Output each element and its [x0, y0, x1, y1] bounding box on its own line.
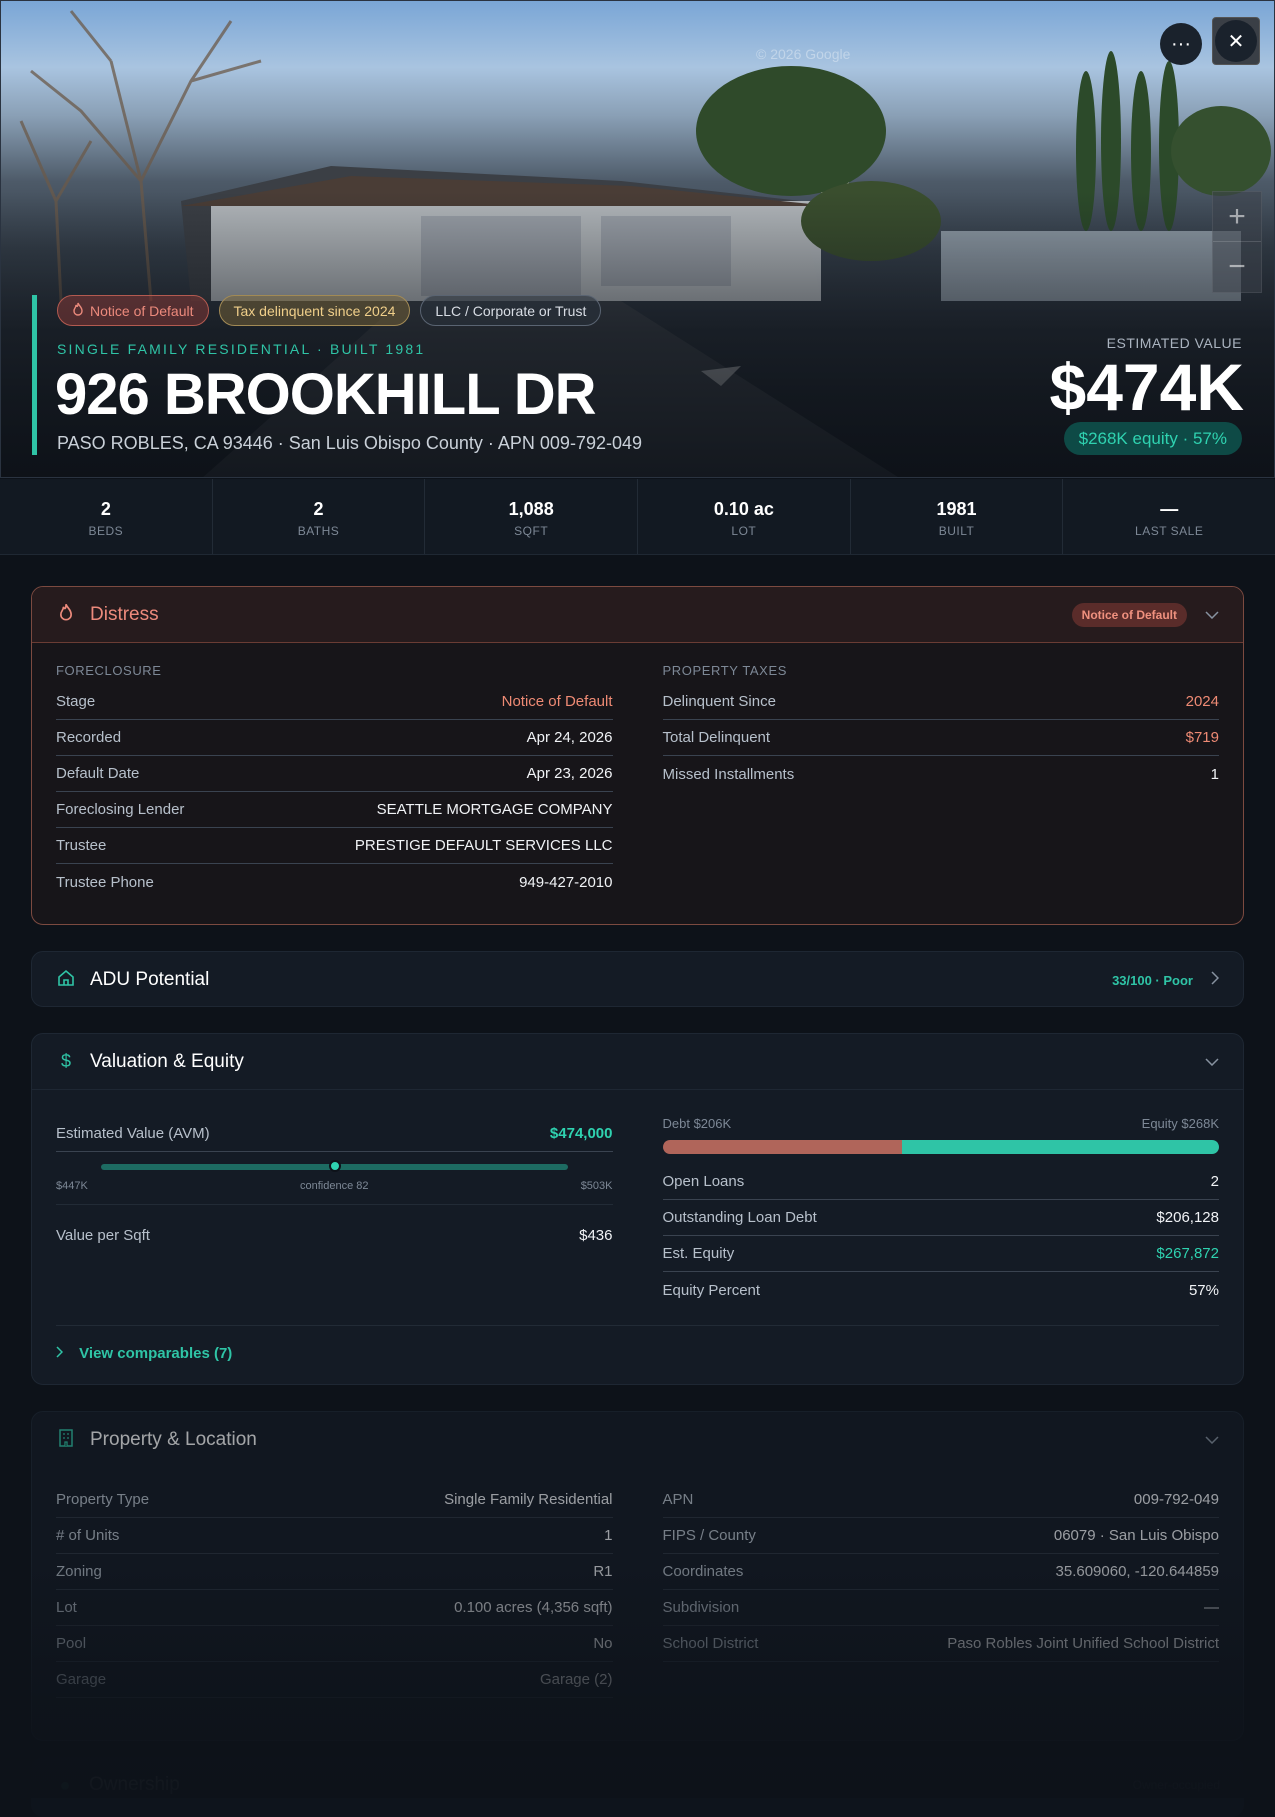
avm-high: $503K	[580, 1180, 613, 1192]
stat-beds: 2 BEDS	[0, 479, 213, 554]
table-row: Lot 0.100 acres (4,356 sqft)	[56, 1590, 613, 1626]
chevron-down-icon[interactable]	[1205, 1053, 1219, 1071]
property-taxes-section: PROPERTY TAXES Delinquent Since 2024 Tota…	[662, 663, 1220, 900]
chevron-right-icon	[56, 1345, 67, 1362]
property-title: Property & Location	[90, 1429, 257, 1450]
value-per-sqft-row: Value per Sqft $436	[56, 1226, 613, 1244]
ownership-title: Ownership	[89, 1774, 180, 1795]
estimated-value: $474K	[1049, 350, 1245, 424]
table-row: APN 009-792-049	[662, 1482, 1219, 1518]
property-details-left: Property Type Single Family Residential #…	[56, 1482, 613, 1698]
equity-pill: $268K equity · 57%	[1063, 422, 1242, 455]
ownership-badge: Owner-occupied	[1132, 1778, 1220, 1792]
debt-label: Debt $206K	[662, 1116, 732, 1131]
valuation-title: Valuation & Equity	[90, 1050, 244, 1072]
table-row: Missed Installments 1	[662, 765, 1220, 783]
table-row: School District Paso Robles Joint Unified…	[662, 1626, 1219, 1662]
table-row: Subdivision —	[662, 1590, 1219, 1626]
stat-sqft: 1,088 SQFT	[425, 479, 639, 554]
avm-low: $447K	[56, 1180, 88, 1192]
property-address: 926 BROOKHILL DR	[55, 362, 596, 427]
property-details-right: APN 009-792-049 FIPS / County 06079 · San …	[662, 1482, 1219, 1698]
tax-delinquent-badge: Tax delinquent since 2024	[218, 295, 411, 326]
table-row: Coordinates 35.609060, -120.644859	[662, 1554, 1219, 1590]
view-comparables-link[interactable]: View comparables (7)	[56, 1345, 232, 1362]
stat-last-sale: — LAST SALE	[1135, 499, 1204, 538]
debt-equity-section: Debt $206K Equity $268K Open Loans 2 Outs…	[662, 1116, 1220, 1308]
close-icon: ✕	[1215, 20, 1257, 62]
table-row: Stage Notice of Default	[56, 684, 613, 720]
table-row: Trustee PRESTIGE DEFAULT SERVICES LLC	[56, 828, 613, 864]
more-options-button[interactable]: ···	[1160, 23, 1202, 65]
hero-accent-bar	[32, 295, 37, 455]
zoom-out-button[interactable]: −	[1213, 242, 1261, 292]
home-icon	[56, 969, 76, 992]
equity-label: Equity $268K	[1141, 1116, 1219, 1131]
zoom-in-button[interactable]: +	[1213, 192, 1261, 242]
stat-baths: 2 BATHS	[213, 479, 426, 554]
property-stats-bar: 2 BEDS 2 BATHS 1,088 SQFT 0.10 ac LOT 1981 BU…	[0, 479, 1275, 555]
table-row: Total Delinquent $719	[662, 720, 1219, 756]
street-view-hero: © 2026 Google ··· ✕ + − Notice of Defaul…	[0, 0, 1275, 478]
property-location-card: Property & Location Property Type Single …	[31, 1411, 1244, 1741]
notice-of-default-badge: Notice of Default	[57, 295, 209, 326]
close-button[interactable]: ✕	[1212, 17, 1260, 65]
map-zoom-control: + −	[1212, 191, 1262, 293]
table-row: Garage Garage (2)	[56, 1662, 613, 1698]
table-row: FIPS / County 06079 · San Luis Obispo	[662, 1518, 1219, 1554]
more-icon: ···	[1171, 32, 1191, 55]
table-row: # of Units 1	[56, 1518, 613, 1554]
distress-status-badge: Notice of Default	[1071, 603, 1187, 627]
avm-row: Estimated Value (AVM) $474,000	[56, 1116, 613, 1152]
foreclosure-section: FORECLOSURE Stage Notice of Default Recor…	[56, 663, 613, 900]
table-row: Recorded Apr 24, 2026	[56, 720, 613, 756]
stat-lot: 0.10 ac LOT	[638, 479, 851, 554]
debt-equity-bar	[662, 1140, 1220, 1154]
avm-value-marker	[328, 1160, 341, 1172]
table-row: Outstanding Loan Debt $206,128	[662, 1200, 1219, 1236]
status-badges: Notice of Default Tax delinquent since 2…	[57, 295, 602, 326]
table-row: Pool No	[56, 1626, 613, 1662]
table-row: Property Type Single Family Residential	[56, 1482, 613, 1518]
equity-segment	[901, 1140, 1219, 1154]
table-row: Default Date Apr 23, 2026	[56, 756, 613, 792]
valuation-header[interactable]: $ Valuation & Equity	[32, 1034, 1243, 1090]
avm-confidence-range: $447K confidence 82 $503K	[56, 1156, 613, 1196]
map-watermark: © 2026 Google	[756, 46, 851, 62]
divider	[56, 1325, 1219, 1326]
chevron-right-icon[interactable]	[1211, 970, 1220, 990]
table-row: Equity Percent 57%	[662, 1281, 1220, 1299]
chevron-down-icon[interactable]	[1205, 1431, 1219, 1449]
debt-segment	[662, 1140, 902, 1154]
distress-title: Distress	[90, 603, 159, 625]
distress-header[interactable]: Distress Notice of Default	[32, 587, 1243, 643]
valuation-equity-card: $ Valuation & Equity Estimated Value (AV…	[31, 1033, 1244, 1385]
property-location: PASO ROBLES, CA 93446 · San Luis Obispo …	[57, 433, 642, 453]
table-row: Foreclosing Lender SEATTLE MORTGAGE COMPA…	[56, 792, 613, 828]
table-row: Open Loans 2	[662, 1164, 1219, 1200]
foreclosure-label: FORECLOSURE	[56, 663, 162, 678]
building-icon	[56, 1428, 76, 1452]
avm-confidence: confidence 82	[300, 1180, 369, 1192]
adu-potential-card[interactable]: ADU Potential 33/100 · Poor	[31, 951, 1244, 1007]
property-subtitle: SINGLE FAMILY RESIDENTIAL · BUILT 1981	[57, 341, 426, 357]
property-taxes-label: PROPERTY TAXES	[662, 663, 787, 678]
distress-card: Distress Notice of Default FORECLOSURE S…	[31, 586, 1244, 925]
adu-score: 33/100 · Poor	[1112, 972, 1193, 988]
table-row: Delinquent Since 2024	[662, 684, 1219, 720]
table-row: Zoning R1	[56, 1554, 613, 1590]
owner-type-badge: LLC / Corporate or Trust	[420, 295, 602, 326]
ownership-card[interactable]: ● Ownership Owner-occupied	[31, 1757, 1244, 1817]
flame-icon	[72, 302, 84, 319]
flame-icon	[56, 603, 76, 626]
chevron-down-icon[interactable]	[1205, 606, 1219, 624]
property-header[interactable]: Property & Location	[32, 1412, 1243, 1468]
person-icon: ●	[59, 1774, 71, 1795]
avm-section: Estimated Value (AVM) $474,000 $447K conf…	[56, 1116, 613, 1308]
adu-title: ADU Potential	[90, 969, 210, 990]
table-row: Trustee Phone 949-427-2010	[56, 873, 613, 891]
dollar-icon: $	[60, 1051, 71, 1071]
table-row: Est. Equity $267,872	[662, 1236, 1219, 1272]
stat-built: 1981 BUILT	[851, 479, 1064, 554]
